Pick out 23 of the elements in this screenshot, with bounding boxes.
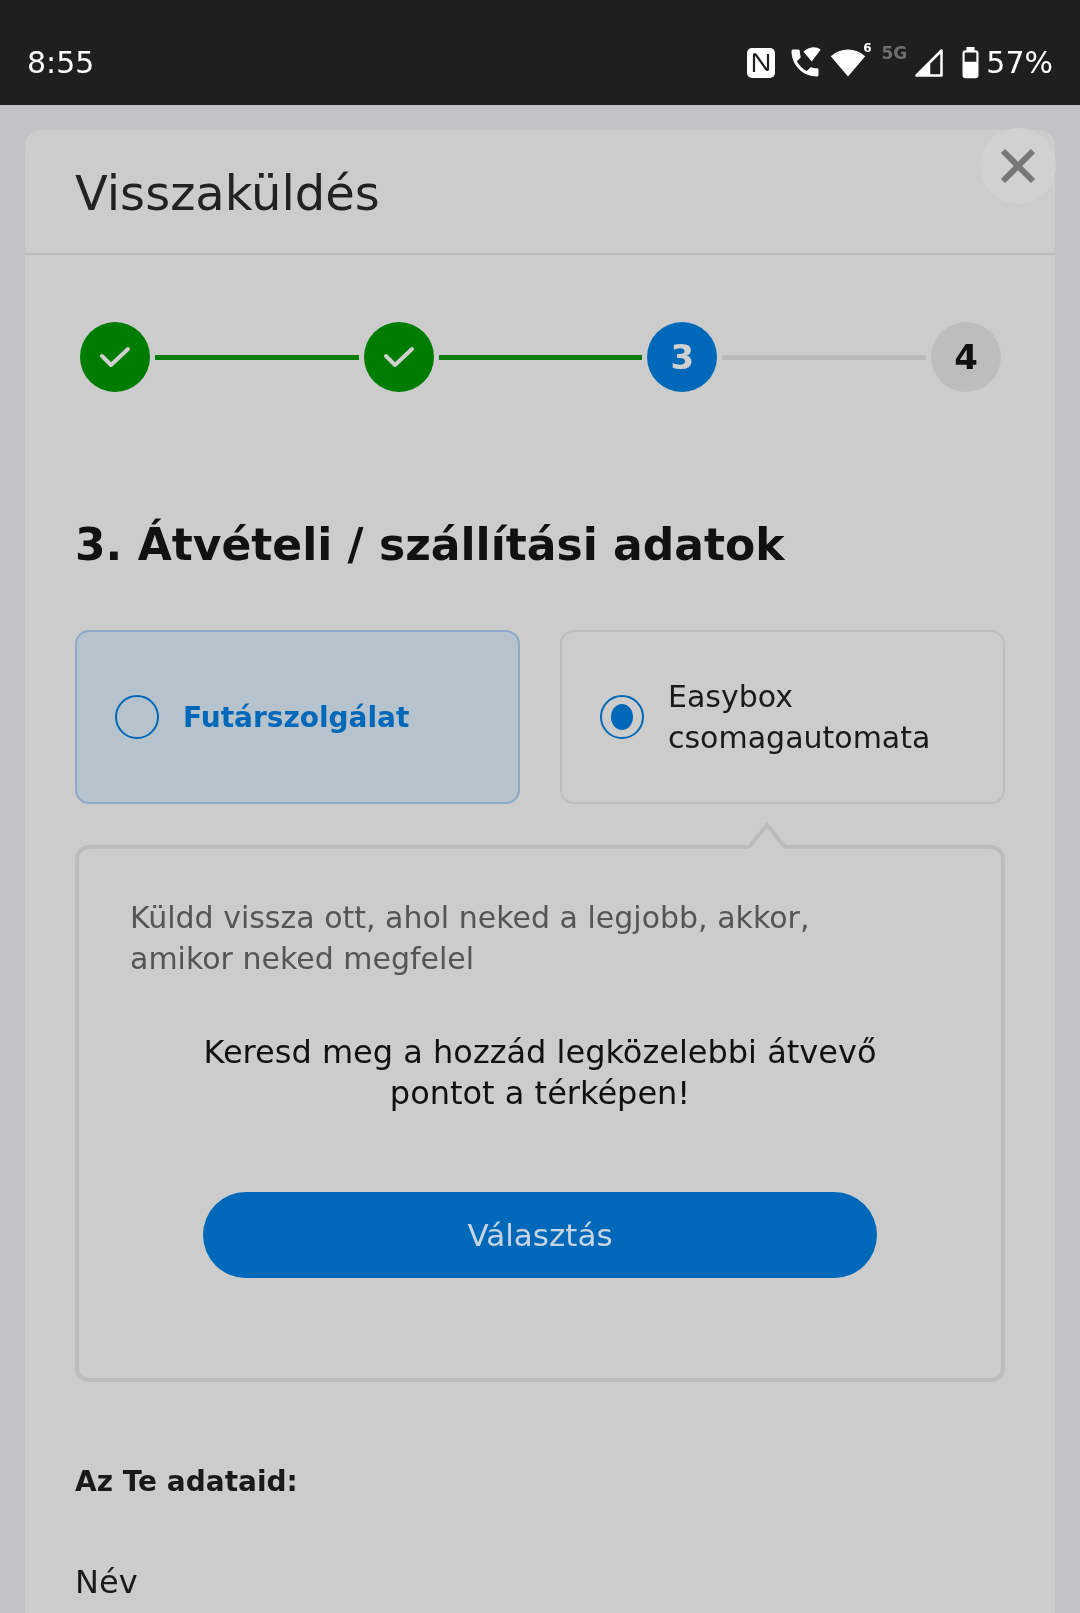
check-icon [382, 346, 415, 368]
details-heading: Az Te adataid: [75, 1464, 299, 1500]
close-icon [1000, 148, 1036, 184]
battery-percentage: 57% [986, 45, 1053, 80]
dialog-title: Visszaküldés [75, 164, 381, 222]
battery-icon [961, 46, 981, 79]
signal-icon [913, 47, 946, 78]
status-time: 8:55 [27, 45, 95, 80]
nfc-icon [746, 46, 777, 79]
check-icon [99, 346, 131, 368]
radio-button[interactable] [600, 695, 644, 739]
step-indicator: 4 [931, 322, 1001, 392]
field-label: Név [75, 1562, 139, 1602]
delivery-option[interactable]: Futárszolgálat [75, 630, 520, 804]
section-heading: 3. Átvételi / szállítási adatok [75, 518, 786, 571]
step-indicator: 3 [647, 322, 718, 392]
panel-description: Küldd vissza ott, ahol neked a legjobb, akkor, amikor neked megfelel [130, 899, 811, 978]
delivery-option[interactable]: Easybox csomagautomata [560, 630, 1005, 804]
network-type-label: 5G [881, 42, 908, 63]
map-prompt: Keresd meg a hozzád legközelebbi átvevő pontot a térképen! [202, 1032, 878, 1114]
select-button[interactable]: Választás [203, 1192, 877, 1278]
wifi-generation-label: 6 [863, 40, 872, 55]
radio-button[interactable] [115, 695, 159, 739]
